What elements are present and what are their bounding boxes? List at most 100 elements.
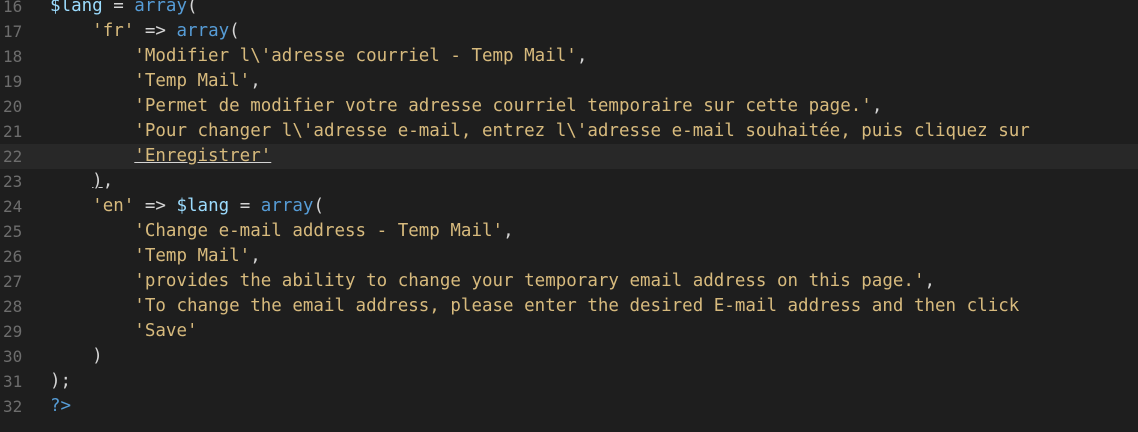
line-number: 31 <box>3 372 23 391</box>
code-token: 'Enregistrer' <box>134 146 272 166</box>
code-token: 'To change the email address, please ent… <box>134 296 1020 316</box>
code-token: $lang <box>50 0 103 16</box>
code-text: 'Temp Mail', <box>50 69 261 94</box>
code-token: ( <box>229 21 240 41</box>
code-token: 'en' <box>92 196 135 216</box>
line-number: 16 <box>3 0 23 16</box>
code-line[interactable]: 31); <box>0 369 1138 394</box>
code-editor[interactable]: 16 $lang = array(17 'fr' => array(18 'Mod… <box>0 0 1138 432</box>
line-number: 22 <box>3 147 23 166</box>
code-text: 'Save' <box>50 319 198 344</box>
line-number: 30 <box>3 347 23 366</box>
line-number: 27 <box>3 272 23 291</box>
code-text: ?> <box>50 394 71 419</box>
code-text: 'provides the ability to change your tem… <box>50 269 935 294</box>
code-token: 'Temp Mail' <box>134 71 251 91</box>
code-line[interactable]: 18 'Modifier l\'adresse courriel - Temp … <box>0 44 1138 69</box>
code-line[interactable]: 24 'en' => $lang = array( <box>0 194 1138 219</box>
code-token: ); <box>50 371 72 391</box>
code-token: 'provides the ability to change your tem… <box>134 271 925 291</box>
code-token: ( <box>313 196 324 216</box>
line-number: 23 <box>3 172 23 191</box>
line-number: 29 <box>3 322 23 341</box>
code-line[interactable]: 29 'Save' <box>0 319 1138 344</box>
code-line[interactable]: 21 'Pour changer l\'adresse e-mail, entr… <box>0 119 1138 144</box>
code-lines: 16 $lang = array(17 'fr' => array(18 'Mod… <box>0 0 1138 419</box>
code-text: ) <box>50 344 103 369</box>
code-token: ) <box>92 346 103 366</box>
code-line[interactable]: 20 'Permet de modifier votre adresse cou… <box>0 94 1138 119</box>
code-token: ( <box>186 0 198 16</box>
code-token: ) <box>92 171 103 191</box>
code-token: 'Change e-mail address - Temp Mail' <box>134 221 504 241</box>
code-text: 'To change the email address, please ent… <box>50 294 1019 319</box>
code-token: , <box>250 246 261 266</box>
code-line[interactable]: 25 'Change e-mail address - Temp Mail', <box>0 219 1138 244</box>
code-token: ?> <box>50 396 72 416</box>
line-number: 21 <box>3 122 23 141</box>
line-number: 19 <box>3 72 23 91</box>
code-token: , <box>871 96 883 116</box>
code-token: => <box>134 21 177 41</box>
line-number: 26 <box>3 247 23 266</box>
code-text: 'Pour changer l\'adresse e-mail, entrez … <box>50 119 1030 144</box>
code-token: $lang <box>176 196 230 216</box>
code-line[interactable]: 27 'provides the ability to change your … <box>0 269 1138 294</box>
code-text: 'Enregistrer' <box>50 144 271 169</box>
code-token: = <box>229 196 261 216</box>
line-number: 24 <box>3 197 23 216</box>
code-text: 'Permet de modifier votre adresse courri… <box>50 94 882 119</box>
code-token: = <box>102 0 135 16</box>
code-token: 'Permet de modifier votre adresse courri… <box>134 96 872 116</box>
code-line[interactable]: 16 $lang = array( <box>0 0 1138 19</box>
code-token: 'Save' <box>134 321 198 341</box>
code-line[interactable]: 26 'Temp Mail', <box>0 244 1138 269</box>
code-text: 'en' => $lang = array( <box>50 194 324 219</box>
code-token: , <box>924 271 936 291</box>
code-line[interactable]: 23 ), <box>0 169 1138 194</box>
code-token: , <box>503 221 514 241</box>
code-token: array <box>260 196 314 216</box>
line-number: 20 <box>3 97 23 116</box>
code-line[interactable]: 32 ?> <box>0 394 1138 419</box>
code-token: array <box>134 0 187 16</box>
code-line[interactable]: 22 'Enregistrer' <box>0 144 1138 169</box>
code-line[interactable]: 19 'Temp Mail', <box>0 69 1138 94</box>
code-token: , <box>102 171 114 191</box>
code-token: , <box>576 46 588 66</box>
code-text: ), <box>50 169 113 194</box>
code-token: => <box>134 196 177 216</box>
code-line[interactable]: 28 'To change the email address, please … <box>0 294 1138 319</box>
line-number: 28 <box>3 297 23 316</box>
code-text: $lang = array( <box>50 0 198 19</box>
line-number: 32 <box>3 397 23 416</box>
code-token: 'fr' <box>92 21 135 41</box>
code-text: 'Temp Mail', <box>50 244 261 269</box>
code-text: ); <box>50 369 71 394</box>
line-number: 18 <box>3 47 23 66</box>
line-number: 25 <box>3 222 23 241</box>
code-line[interactable]: 30 ) <box>0 344 1138 369</box>
code-text: 'fr' => array( <box>50 19 240 44</box>
code-token: , <box>250 71 261 91</box>
code-line[interactable]: 17 'fr' => array( <box>0 19 1138 44</box>
code-token: 'Modifier l\'adresse courriel - Temp Mai… <box>134 46 577 66</box>
code-token: array <box>176 21 230 41</box>
code-text: 'Change e-mail address - Temp Mail', <box>50 219 514 244</box>
code-token: 'Temp Mail' <box>134 246 251 266</box>
line-number: 17 <box>3 22 23 41</box>
